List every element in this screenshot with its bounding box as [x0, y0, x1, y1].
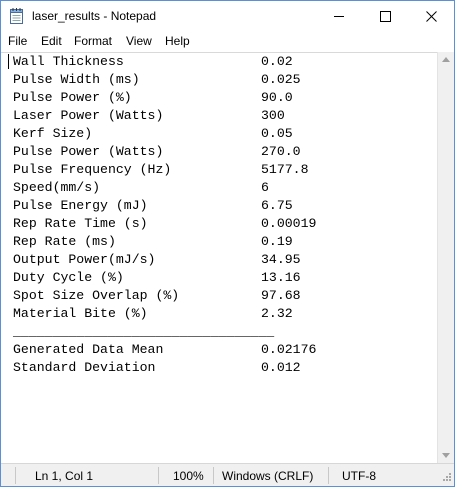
scroll-up-icon[interactable] [442, 57, 450, 62]
row-label: Pulse Frequency (Hz) [13, 162, 172, 177]
row-value: 270.0 [261, 144, 301, 159]
status-divider [328, 467, 329, 484]
minimize-button[interactable] [316, 1, 362, 32]
menu-edit[interactable]: Edit [41, 34, 62, 48]
row-value: 90.0 [261, 90, 293, 105]
cursor-position: Ln 1, Col 1 [35, 469, 94, 483]
status-divider [158, 467, 159, 484]
title-bar[interactable]: laser_results - Notepad [1, 1, 454, 32]
text-editor[interactable]: Wall Thickness 0.02 Pulse Width (ms) 0.025… [1, 52, 437, 464]
encoding: UTF-8 [342, 469, 376, 483]
row-value: 6.75 [261, 198, 293, 213]
status-divider [213, 467, 214, 484]
row-label: Wall Thickness [13, 54, 124, 69]
summary-label: Generated Data Mean [13, 342, 164, 357]
minimize-icon [334, 16, 344, 17]
menu-file[interactable]: File [8, 34, 27, 48]
row-value: 0.02 [261, 54, 293, 69]
row-label: Pulse Power (Watts) [13, 144, 164, 159]
row-label: Pulse Energy (mJ) [13, 198, 148, 213]
separator-line: _________________________________ [13, 324, 275, 339]
row-value: 0.05 [261, 126, 293, 141]
row-value: 0.025 [261, 72, 301, 87]
row-label: Duty Cycle (%) [13, 270, 124, 285]
status-bar: Ln 1, Col 1 100% Windows (CRLF) UTF-8 [1, 463, 454, 486]
row-label: Pulse Power (%) [13, 90, 132, 105]
row-label: Speed(mm/s) [13, 180, 101, 195]
row-value: 300 [261, 108, 285, 123]
row-value: 2.32 [261, 306, 293, 321]
scroll-down-icon[interactable] [442, 453, 450, 458]
vertical-scrollbar[interactable] [437, 52, 454, 463]
row-label: Pulse Width (ms) [13, 72, 140, 87]
summary-value: 0.012 [261, 360, 301, 375]
row-value: 13.16 [261, 270, 301, 285]
menu-help[interactable]: Help [165, 34, 190, 48]
window-title: laser_results - Notepad [32, 9, 157, 23]
maximize-button[interactable] [362, 1, 408, 32]
status-divider [15, 467, 16, 484]
notepad-icon [10, 8, 23, 24]
row-value: 97.68 [261, 288, 301, 303]
menu-view[interactable]: View [126, 34, 152, 48]
row-value: 0.19 [261, 234, 293, 249]
row-value: 5177.8 [261, 162, 309, 177]
zoom-level: 100% [173, 469, 204, 483]
row-value: 0.00019 [261, 216, 317, 231]
row-label: Laser Power (Watts) [13, 108, 164, 123]
row-label: Kerf Size) [13, 126, 93, 141]
text-caret [8, 54, 9, 69]
summary-label: Standard Deviation [13, 360, 156, 375]
close-button[interactable] [408, 1, 454, 32]
row-label: Rep Rate Time (s) [13, 216, 148, 231]
maximize-icon [380, 11, 391, 22]
row-label: Rep Rate (ms) [13, 234, 116, 249]
close-icon [426, 11, 437, 22]
line-endings: Windows (CRLF) [222, 469, 314, 483]
summary-value: 0.02176 [261, 342, 317, 357]
notepad-window: laser_results - Notepad File Edit Format… [0, 0, 455, 487]
row-label: Material Bite (%) [13, 306, 148, 321]
row-value: 6 [261, 180, 269, 195]
row-value: 34.95 [261, 252, 301, 267]
menu-format[interactable]: Format [74, 34, 112, 48]
row-label: Spot Size Overlap (%) [13, 288, 180, 303]
row-label: Output Power(mJ/s) [13, 252, 156, 267]
resize-grip-icon[interactable] [441, 473, 451, 483]
menu-bar: File Edit Format View Help [1, 32, 454, 52]
